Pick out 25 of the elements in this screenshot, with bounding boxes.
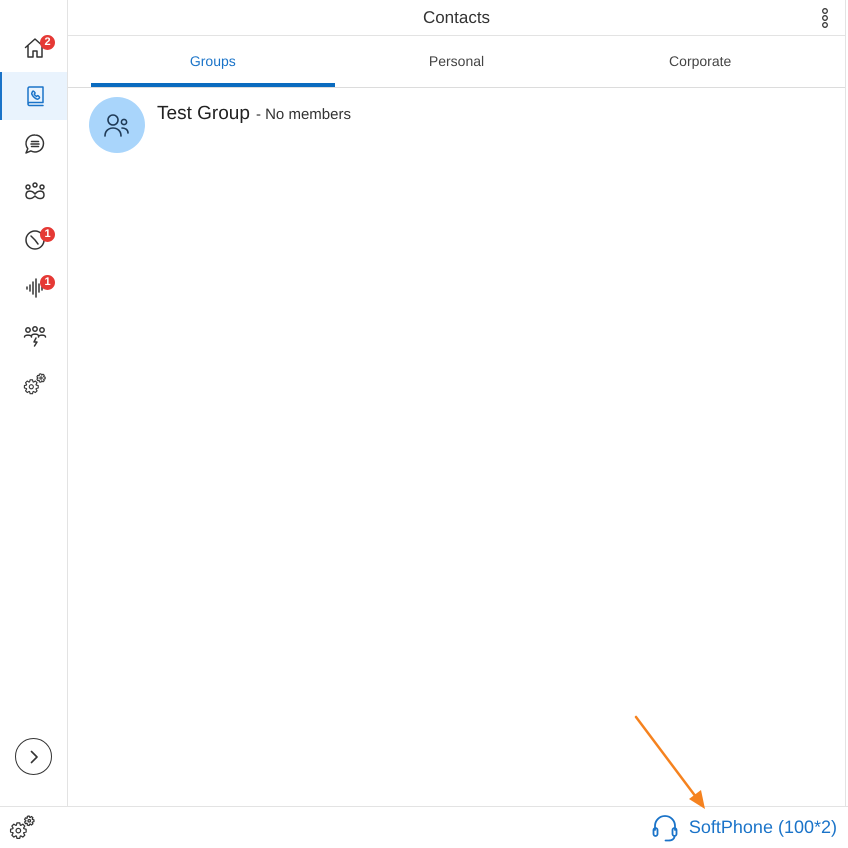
group-name[interactable]: Test Group — [157, 100, 250, 128]
people-icon — [103, 112, 131, 138]
chat-bubble-icon — [22, 132, 46, 156]
tab[interactable]: Corporate — [578, 36, 822, 87]
sidebar-item[interactable]: 2 — [0, 24, 67, 72]
page-title: Contacts — [422, 6, 490, 29]
headset-icon — [650, 814, 679, 842]
expand-button[interactable] — [15, 738, 52, 775]
sidebar-item[interactable]: 1 — [0, 216, 67, 264]
kebab-menu-icon — [821, 8, 829, 28]
clock-icon — [22, 228, 46, 252]
settings-button[interactable] — [8, 814, 36, 842]
notification-badge: 1 — [40, 227, 55, 242]
notification-badge: 2 — [40, 35, 55, 50]
more-menu-button[interactable] — [820, 6, 830, 28]
notification-badge: 1 — [40, 275, 55, 290]
sidebar-item[interactable]: 1 — [0, 264, 67, 312]
people-group-icon — [22, 324, 46, 348]
group-members-count: - No members — [256, 105, 351, 125]
tab[interactable]: Groups — [91, 36, 335, 87]
softphone-button[interactable]: SoftPhone (100*2) — [650, 814, 837, 842]
chevron-right-icon — [28, 750, 40, 764]
gears-icon — [8, 815, 36, 840]
tab[interactable]: Personal — [334, 36, 578, 87]
gears-icon — [22, 372, 46, 396]
